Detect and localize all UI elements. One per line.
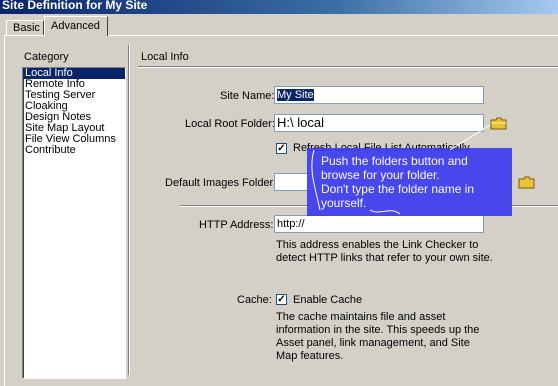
tab-advanced[interactable]: Advanced (44, 16, 108, 36)
site-name-input[interactable]: My Site (274, 86, 484, 104)
enable-cache-checkbox[interactable]: ✓ (276, 294, 287, 305)
tab-basic[interactable]: Basic (6, 20, 44, 36)
images-folder-label: Default Images Folder: (165, 177, 277, 189)
annotation-pointer (311, 124, 491, 215)
section-title: Local Info (141, 51, 189, 63)
site-name-label: Site Name: (220, 90, 275, 102)
title-bar: Site Definition for My Site (0, 0, 558, 14)
http-address-label: HTTP Address: (199, 219, 274, 231)
section-divider (138, 66, 558, 68)
root-folder-label: Local Root Folder: (185, 118, 275, 130)
cache-note: The cache maintains file and asset infor… (276, 311, 480, 362)
enable-cache-label: Enable Cache (293, 294, 363, 306)
vertical-divider (128, 45, 130, 375)
window-title: Site Definition for My Site (2, 0, 148, 12)
cache-label: Cache: (237, 294, 272, 306)
category-item-contribute[interactable]: Contribute (23, 145, 125, 156)
browse-images-folder-button[interactable] (518, 176, 536, 190)
folder-icon (518, 176, 535, 189)
refresh-checkbox[interactable]: ✓ (276, 143, 287, 154)
http-address-note: This address enables the Link Checker to… (276, 239, 493, 264)
category-list[interactable]: Local Info Remote Info Testing Server Cl… (22, 67, 126, 379)
site-name-value: My Site (277, 89, 314, 101)
category-heading: Category (24, 51, 69, 63)
